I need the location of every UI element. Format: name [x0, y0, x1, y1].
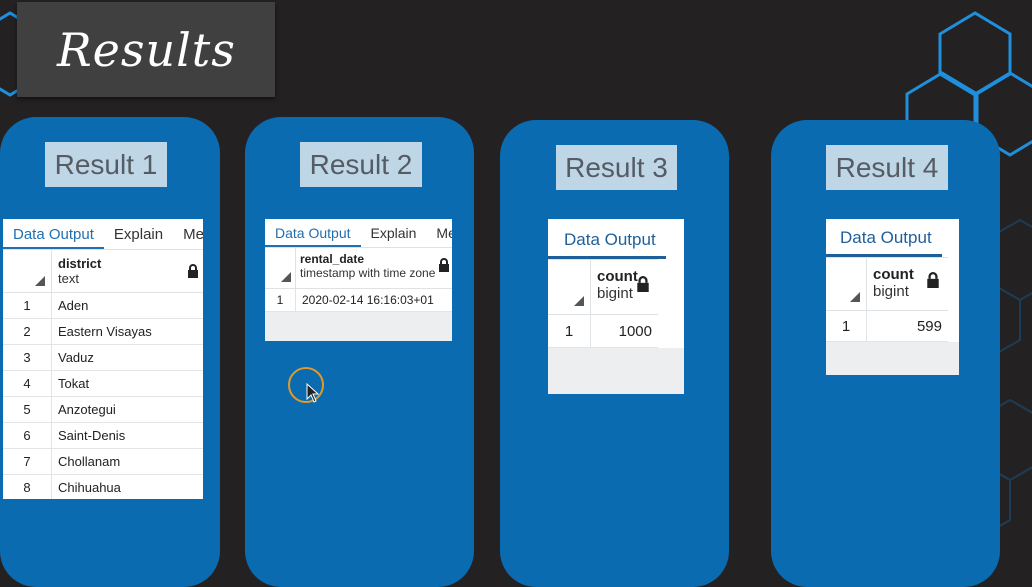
- title-banner: Results: [17, 2, 275, 97]
- lock-icon: [188, 264, 198, 278]
- cell-value: Chihuahua: [58, 480, 121, 495]
- lock-icon: [637, 276, 649, 292]
- column-type: text: [58, 271, 79, 286]
- table-row[interactable]: 4 Tokat: [3, 371, 203, 397]
- result-3-grid: Data Output count bigint 1 1000: [548, 219, 684, 394]
- lock-icon: [927, 272, 939, 288]
- result-1-grid: Data Output Explain Mes district text 1A…: [3, 219, 203, 499]
- cell-value: Chollanam: [58, 454, 121, 469]
- sort-corner-icon: [3, 250, 52, 292]
- row-number: 2: [3, 319, 52, 344]
- column-count[interactable]: count bigint: [867, 258, 948, 310]
- grid-empty-area: [548, 348, 684, 394]
- row-number: 7: [3, 449, 52, 474]
- tab-explain[interactable]: Explain: [361, 225, 427, 247]
- table-row[interactable]: 3 Vaduz: [3, 345, 203, 371]
- row-number: 6: [3, 423, 52, 448]
- column-type: timestamp with time zone: [300, 266, 436, 280]
- column-name: district: [58, 256, 102, 271]
- cell-value: 2020-02-14 16:16:03+01: [302, 293, 434, 307]
- cell-value: Eastern Visayas: [58, 324, 152, 339]
- row-number: 5: [3, 397, 52, 422]
- tab-messages[interactable]: Mes: [426, 225, 452, 247]
- result-3-label: Result 3: [556, 145, 677, 190]
- row-number: 3: [3, 345, 52, 370]
- row-number: 4: [3, 371, 52, 396]
- column-count[interactable]: count bigint: [591, 260, 658, 314]
- tab-explain[interactable]: Explain: [104, 226, 173, 249]
- row-number: 1: [3, 293, 52, 318]
- column-header: count bigint: [548, 259, 658, 315]
- row-number: 1: [826, 311, 867, 341]
- result-2-label: Result 2: [300, 142, 422, 187]
- column-district[interactable]: district text: [52, 250, 203, 292]
- row-number: 1: [265, 289, 296, 311]
- table-row[interactable]: 1 1000: [548, 315, 658, 348]
- grid-tabs: Data Output Explain Mes: [265, 219, 452, 248]
- table-row[interactable]: 1 599: [826, 311, 948, 342]
- cell-value: Anzotegui: [58, 402, 116, 417]
- cell-value: Aden: [58, 298, 89, 313]
- row-number: 8: [3, 475, 52, 499]
- sort-corner-icon: [826, 258, 867, 310]
- result-2-grid: Data Output Explain Mes rental_date time…: [265, 219, 452, 341]
- cell-value: 599: [916, 317, 942, 335]
- grid-empty-area: [826, 342, 959, 375]
- lock-icon: [439, 258, 449, 272]
- table-row[interactable]: 2 Eastern Visayas: [3, 319, 203, 345]
- table-row[interactable]: 1 Aden: [3, 293, 203, 319]
- table-row[interactable]: 6 Saint-Denis: [3, 423, 203, 449]
- result-4-label: Result 4: [826, 145, 948, 190]
- cell-value: Vaduz: [58, 350, 94, 365]
- grid-tabs: Data Output: [826, 219, 959, 257]
- mouse-cursor-icon: [306, 383, 320, 403]
- cell-value: Tokat: [58, 376, 90, 391]
- grid-tabs: Data Output Explain Mes: [3, 219, 203, 250]
- tab-data-output[interactable]: Data Output: [3, 226, 104, 249]
- tab-data-output[interactable]: Data Output: [265, 225, 361, 247]
- sort-corner-icon: [548, 260, 591, 314]
- column-header: count bigint: [826, 257, 948, 311]
- tab-data-output[interactable]: Data Output: [826, 228, 942, 257]
- result-1-label: Result 1: [45, 142, 167, 187]
- row-number: 1: [548, 315, 591, 347]
- page-title: Results: [57, 22, 236, 77]
- column-header: rental_date timestamp with time zone: [265, 248, 452, 289]
- grid-empty-area: [265, 312, 452, 341]
- sort-corner-icon: [265, 248, 296, 288]
- table-row[interactable]: 7 Chollanam: [3, 449, 203, 475]
- cell-value: Saint-Denis: [58, 428, 126, 443]
- column-header: district text: [3, 250, 203, 293]
- tab-data-output[interactable]: Data Output: [548, 230, 666, 259]
- table-row[interactable]: 8 Chihuahua: [3, 475, 203, 499]
- table-row[interactable]: 5 Anzotegui: [3, 397, 203, 423]
- result-4-grid: Data Output count bigint 1 599: [826, 219, 959, 375]
- table-row[interactable]: 1 2020-02-14 16:16:03+01: [265, 289, 452, 312]
- column-rental-date[interactable]: rental_date timestamp with time zone: [296, 248, 452, 288]
- result-panel-2: [245, 117, 474, 587]
- column-name: rental_date: [300, 252, 365, 266]
- grid-tabs: Data Output: [548, 219, 684, 259]
- tab-messages[interactable]: Mes: [173, 226, 203, 249]
- cell-value: 1000: [618, 322, 652, 340]
